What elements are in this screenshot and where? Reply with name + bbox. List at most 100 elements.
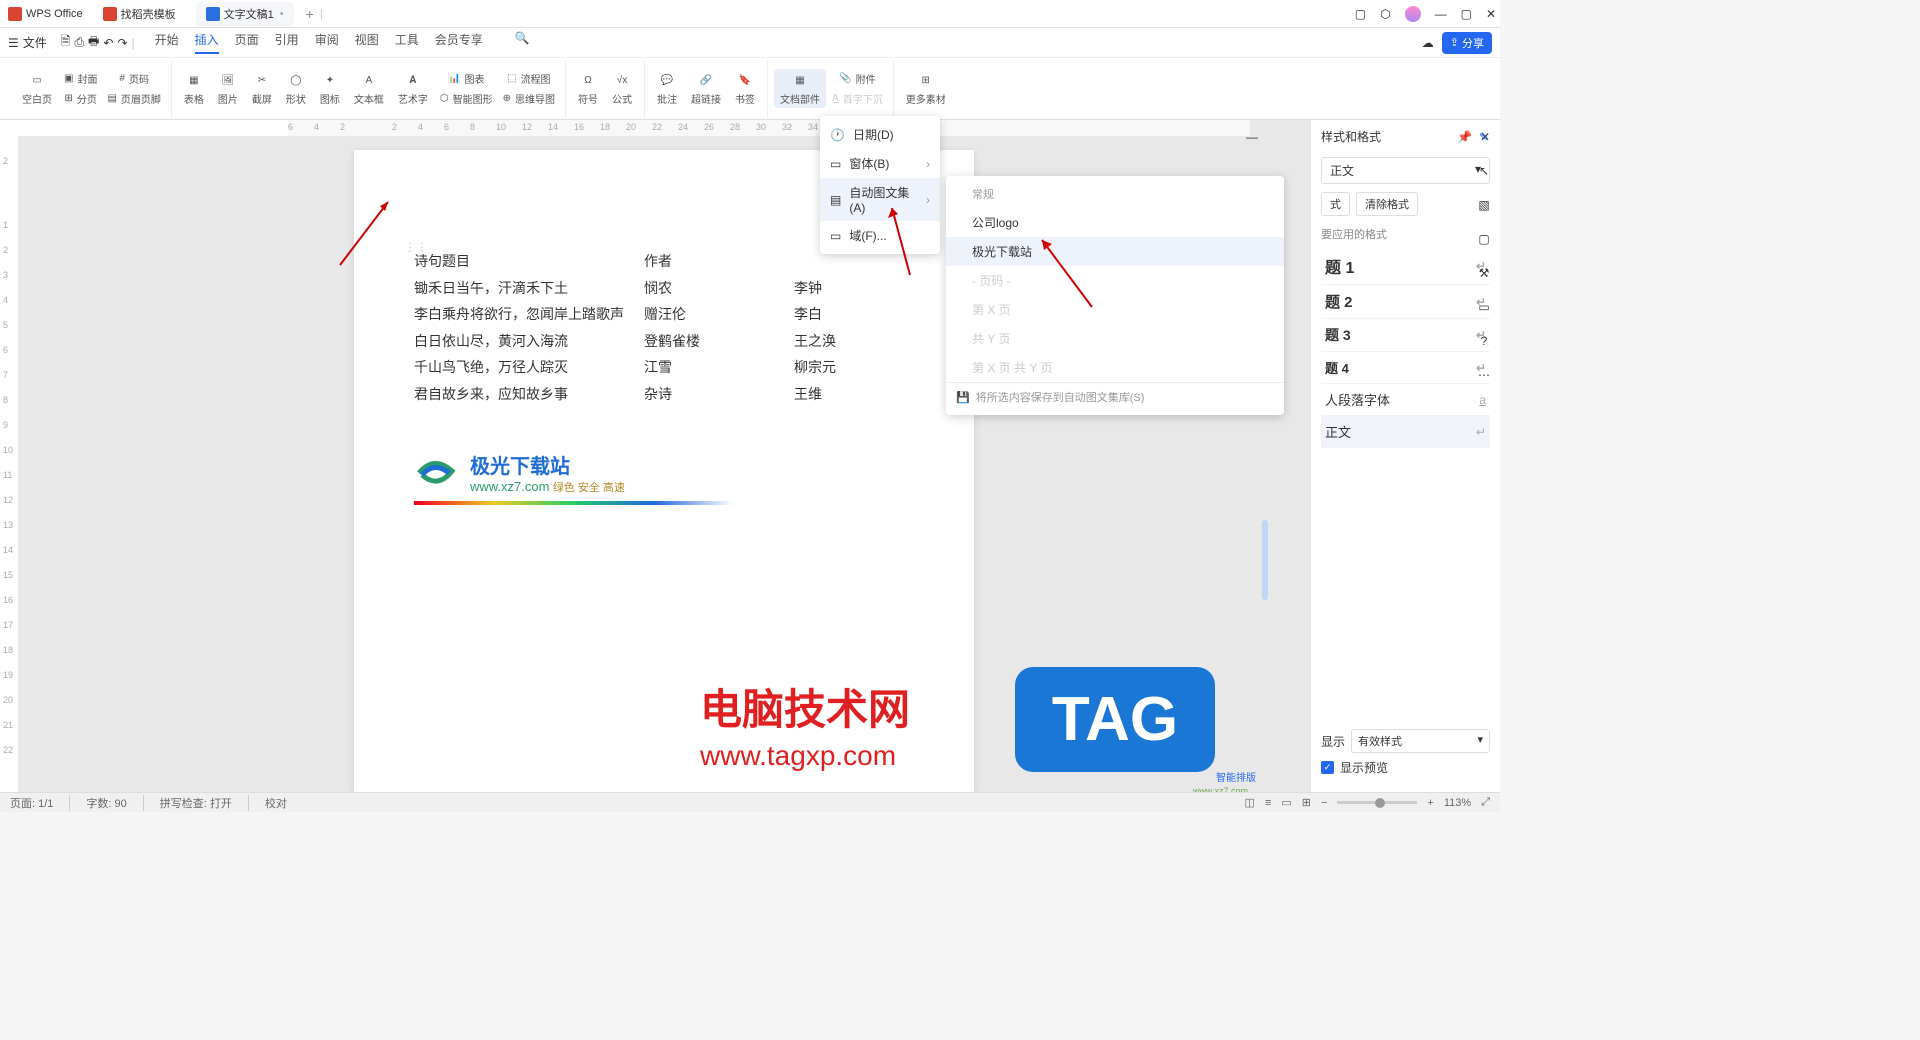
- wordart-button[interactable]: 𝐀艺术字: [392, 69, 434, 108]
- print-preview-icon[interactable]: 🖶: [88, 32, 99, 53]
- comment-button[interactable]: 💬批注: [651, 69, 683, 108]
- doc-parts-button[interactable]: ▦文档部件: [774, 69, 826, 108]
- style-heading1[interactable]: 题 1↵: [1321, 248, 1490, 285]
- flowchart-button[interactable]: ⬚流程图: [499, 69, 559, 88]
- shape-button[interactable]: ◯形状: [280, 69, 312, 108]
- book-icon[interactable]: ▭: [1478, 300, 1489, 314]
- textbox-button[interactable]: A文本框: [348, 69, 390, 108]
- layers-icon[interactable]: ▧: [1478, 198, 1489, 212]
- submenu-footer[interactable]: 💾 将所选内容保存到自动图文集库(S): [946, 382, 1284, 411]
- scrollbar-thumb[interactable]: [1262, 520, 1268, 600]
- chart-button[interactable]: 📊图表: [436, 69, 497, 88]
- maximize-button[interactable]: ▢: [1461, 7, 1472, 21]
- tab-view[interactable]: 视图: [355, 31, 379, 54]
- wps-logo-icon: [8, 7, 22, 21]
- tab-document[interactable]: 文字文稿1 •: [196, 2, 294, 26]
- ribbon-icon-button[interactable]: ✦图标: [314, 69, 346, 108]
- help-icon[interactable]: ?: [1481, 334, 1488, 348]
- dropdown-date[interactable]: 🕐 日期(D): [820, 120, 940, 149]
- fit-icon[interactable]: ⤢: [1481, 796, 1490, 809]
- minimize-button[interactable]: —: [1435, 7, 1447, 21]
- mindmap-button[interactable]: ⊕思维导图: [499, 89, 559, 108]
- tools-icon[interactable]: ⚒: [1479, 266, 1490, 280]
- smartart-button[interactable]: ⬡智能图形: [436, 89, 497, 108]
- save-icon[interactable]: 🗎: [61, 32, 71, 53]
- cube-icon[interactable]: ⬡: [1380, 7, 1390, 21]
- zoom-knob[interactable]: [1375, 798, 1385, 808]
- current-style-dropdown[interactable]: 正文 ▾: [1321, 157, 1490, 184]
- avatar-icon[interactable]: [1405, 6, 1421, 22]
- pin-icon[interactable]: 📌: [1457, 130, 1472, 144]
- style-heading3[interactable]: 题 3↵: [1321, 319, 1490, 352]
- status-spellcheck[interactable]: 拼写检查: 打开: [143, 795, 232, 811]
- zoom-in-button[interactable]: +: [1427, 797, 1433, 809]
- undo-icon[interactable]: ↶: [103, 36, 113, 50]
- status-wordcount[interactable]: 字数: 90: [69, 795, 126, 811]
- view-mode-1-icon[interactable]: ◫: [1245, 796, 1255, 809]
- tab-close-icon[interactable]: •: [280, 8, 284, 20]
- style-heading2[interactable]: 题 2↵: [1321, 285, 1490, 319]
- table-button[interactable]: ▦表格: [178, 69, 210, 108]
- zoom-out-button[interactable]: −: [1321, 797, 1327, 809]
- equation-button[interactable]: √x公式: [606, 69, 638, 108]
- picture-button[interactable]: 🖼图片: [212, 69, 244, 108]
- close-button[interactable]: ✕: [1486, 7, 1496, 21]
- tab-reference[interactable]: 引用: [275, 31, 299, 54]
- tab-tools[interactable]: 工具: [395, 31, 419, 54]
- cloud-icon[interactable]: ☁: [1422, 36, 1434, 50]
- drag-handle-icon[interactable]: ⋮⋮: [404, 240, 428, 254]
- tab-templates[interactable]: 找稻壳模板: [93, 2, 186, 26]
- style-default-font[interactable]: 人段落字体a: [1321, 384, 1490, 416]
- page-icon[interactable]: ▢: [1478, 232, 1489, 246]
- submenu-company-logo[interactable]: 公司logo: [946, 208, 1284, 237]
- cursor-icon[interactable]: ↖: [1479, 164, 1489, 178]
- bookmark-button[interactable]: 🔖书签: [729, 69, 761, 108]
- view-mode-2-icon[interactable]: ≡: [1265, 797, 1271, 809]
- status-proofing[interactable]: 校对: [248, 795, 287, 811]
- dropdown-window[interactable]: ▭ 窗体(B) ›: [820, 149, 940, 178]
- annotation-arrow-2: [880, 200, 920, 280]
- more-material-button[interactable]: ⊞更多素材: [900, 69, 952, 108]
- redo-icon[interactable]: ↷: [117, 36, 127, 50]
- page-num-button[interactable]: # 页码: [103, 69, 164, 88]
- print-icon[interactable]: ⎙: [74, 35, 84, 50]
- pen-icon[interactable]: ✎: [1479, 130, 1489, 144]
- tab-start[interactable]: 开始: [155, 31, 179, 54]
- more-icon[interactable]: ⋯: [1478, 368, 1490, 382]
- hyperlink-button[interactable]: 🔗超链接: [685, 69, 727, 108]
- file-menu[interactable]: 文件: [23, 34, 47, 51]
- tab-member[interactable]: 会员专享: [435, 31, 483, 54]
- save-autotext-icon: 💾: [956, 391, 970, 404]
- screenshot-button[interactable]: ✂截屏: [246, 69, 278, 108]
- view-mode-4-icon[interactable]: ⊞: [1302, 796, 1311, 809]
- style-heading4[interactable]: 题 4↵: [1321, 352, 1490, 384]
- page-break-button[interactable]: ⊞ 分页: [60, 89, 101, 108]
- display-label: 显示: [1321, 733, 1345, 750]
- panel-icon[interactable]: ▢: [1355, 7, 1366, 21]
- blank-page-button[interactable]: ▭ 空白页: [16, 69, 58, 108]
- smart-layout-label[interactable]: 智能排版: [1216, 769, 1256, 784]
- submenu-jiguang[interactable]: 极光下载站: [946, 237, 1284, 266]
- status-page[interactable]: 页面: 1/1: [10, 795, 53, 811]
- hruler-mark: 2: [392, 122, 397, 132]
- clear-format-button[interactable]: 清除格式: [1356, 192, 1418, 216]
- view-mode-3-icon[interactable]: ▭: [1281, 796, 1291, 809]
- search-icon[interactable]: 🔍: [515, 31, 530, 54]
- attachment-button[interactable]: 📎附件: [828, 69, 887, 88]
- style-body[interactable]: 正文↵: [1321, 416, 1490, 448]
- share-button[interactable]: ⇪ 分享: [1442, 32, 1492, 54]
- preview-checkbox[interactable]: ✓: [1321, 761, 1334, 774]
- tab-review[interactable]: 审阅: [315, 31, 339, 54]
- zoom-value[interactable]: 113%: [1444, 797, 1471, 809]
- new-style-button[interactable]: 式: [1321, 192, 1350, 216]
- display-dropdown[interactable]: 有效样式 ▾: [1351, 729, 1490, 753]
- tab-page[interactable]: 页面: [235, 31, 259, 54]
- header-footer-label: 页眉页脚: [121, 91, 161, 106]
- new-tab-button[interactable]: +: [306, 6, 314, 22]
- header-footer-button[interactable]: ▤ 页眉页脚: [103, 89, 164, 108]
- tab-insert[interactable]: 插入: [195, 31, 219, 54]
- cover-button[interactable]: ▣ 封面: [60, 69, 101, 88]
- zoom-slider[interactable]: [1337, 801, 1417, 804]
- symbol-button[interactable]: Ω符号: [572, 69, 604, 108]
- hamburger-icon[interactable]: ☰: [8, 36, 19, 50]
